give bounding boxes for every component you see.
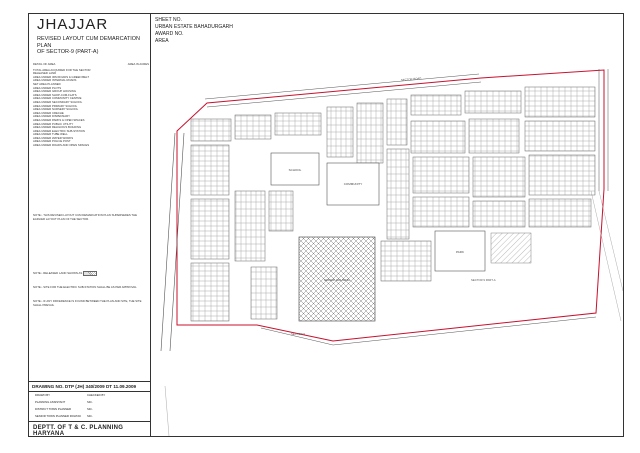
note-3: NOTE:- SITE FOR THE ELECTRIC SUB-STATION… — [33, 285, 137, 289]
signatory-sign: SD/- — [87, 400, 93, 404]
sector-9-label: SECTOR 9 — [291, 332, 305, 336]
note-2: NOTE:- RELEASED LAND SHOWN AS — [33, 271, 147, 276]
sector-road-label: SECTOR ROAD — [401, 76, 422, 82]
subtitle-line-2: OF SECTOR-9 (PART-A) — [37, 49, 99, 55]
signature-row: DRAWN BY CHECKED BY — [35, 393, 145, 398]
signature-row: DISTRICT TOWN PLANNER SD/- — [35, 407, 145, 412]
plot-blocks — [190, 86, 596, 322]
railway-line — [164, 385, 170, 436]
drawing-number: DRAWING NO. DTP (JH) 340/2009 DT 11.09.2… — [32, 384, 137, 389]
signatory-sign: SD/- — [87, 407, 93, 411]
department-name: DEPTT. OF T & C. PLANNING HARYANA — [33, 425, 124, 437]
signatory-title: DISTRICT TOWN PLANNER — [35, 407, 72, 411]
stats-header-detail: DETAIL OF AREA — [33, 62, 56, 66]
released-land — [490, 232, 532, 264]
signature-row: SENIOR TOWN PLANNER ROHTAK SD/- — [35, 414, 145, 419]
plan-subtitle: REVISED LAYOUT CUM DEMARCATION PLAN OF S… — [37, 36, 149, 56]
divider — [29, 421, 151, 422]
divider — [29, 391, 151, 392]
stats-label: AREA UNDER ROADS AND OPEN SPACES — [33, 143, 90, 148]
signatory-title: SENIOR TOWN PLANNER ROHTAK — [35, 414, 82, 418]
sheet-no-label: SHEET NO. — [155, 17, 182, 23]
estate-label: URBAN ESTATE BAHADURGARH — [155, 24, 233, 30]
note-4: NOTE:- IF ANY DIFFERENCE IS FOUND BETWEE… — [33, 299, 142, 307]
title-block: JHAJJAR REVISED LAYOUT CUM DEMARCATION P… — [29, 14, 151, 437]
signatory-title: DRAWN BY — [35, 393, 50, 397]
town-title: JHAJJAR — [37, 16, 109, 33]
note-1: NOTE:- THIS REVISED LAYOUT CUM DEMARCATI… — [33, 213, 138, 221]
sheet-header: SHEET NO. URBAN ESTATE BAHADURGARH AWARD… — [151, 14, 623, 44]
stats-header-area: AREA IN ACRES — [127, 62, 149, 66]
signatory-sign: CHECKED BY — [87, 393, 106, 397]
layout-plan: SCHOOL COMMUNITY GROUP HOUSING PARK SECT… — [160, 69, 623, 436]
park-label: PARK — [456, 250, 464, 254]
group-housing-label: GROUP HOUSING — [324, 278, 350, 282]
community-label: COMMUNITY — [344, 182, 363, 186]
signature-row: PLANNING ASSISTANT SD/- — [35, 400, 145, 405]
signatory-title: PLANNING ASSISTANT — [35, 400, 66, 404]
drawing-sheet: JHAJJAR REVISED LAYOUT CUM DEMARCATION P… — [28, 13, 624, 437]
sector-9-part-a-label: SECTOR 9 PART-A — [471, 278, 496, 282]
award-no-label: AWARD NO. — [155, 31, 184, 37]
signatory-sign: SD/- — [87, 414, 93, 418]
area-statistics: DETAIL OF AREA AREA IN ACRES TOTAL AREA … — [33, 62, 149, 148]
stats-row: AREA UNDER ROADS AND OPEN SPACES — [33, 143, 149, 148]
school-label: SCHOOL — [289, 168, 302, 172]
divider — [29, 381, 151, 382]
subtitle-line-1: REVISED LAYOUT CUM DEMARCATION PLAN — [37, 36, 140, 49]
sector-road — [160, 132, 185, 352]
note-2-text: NOTE:- RELEASED LAND SHOWN AS — [33, 271, 83, 276]
road-bottom-extension — [590, 190, 623, 322]
released-land-swatch — [83, 271, 98, 276]
